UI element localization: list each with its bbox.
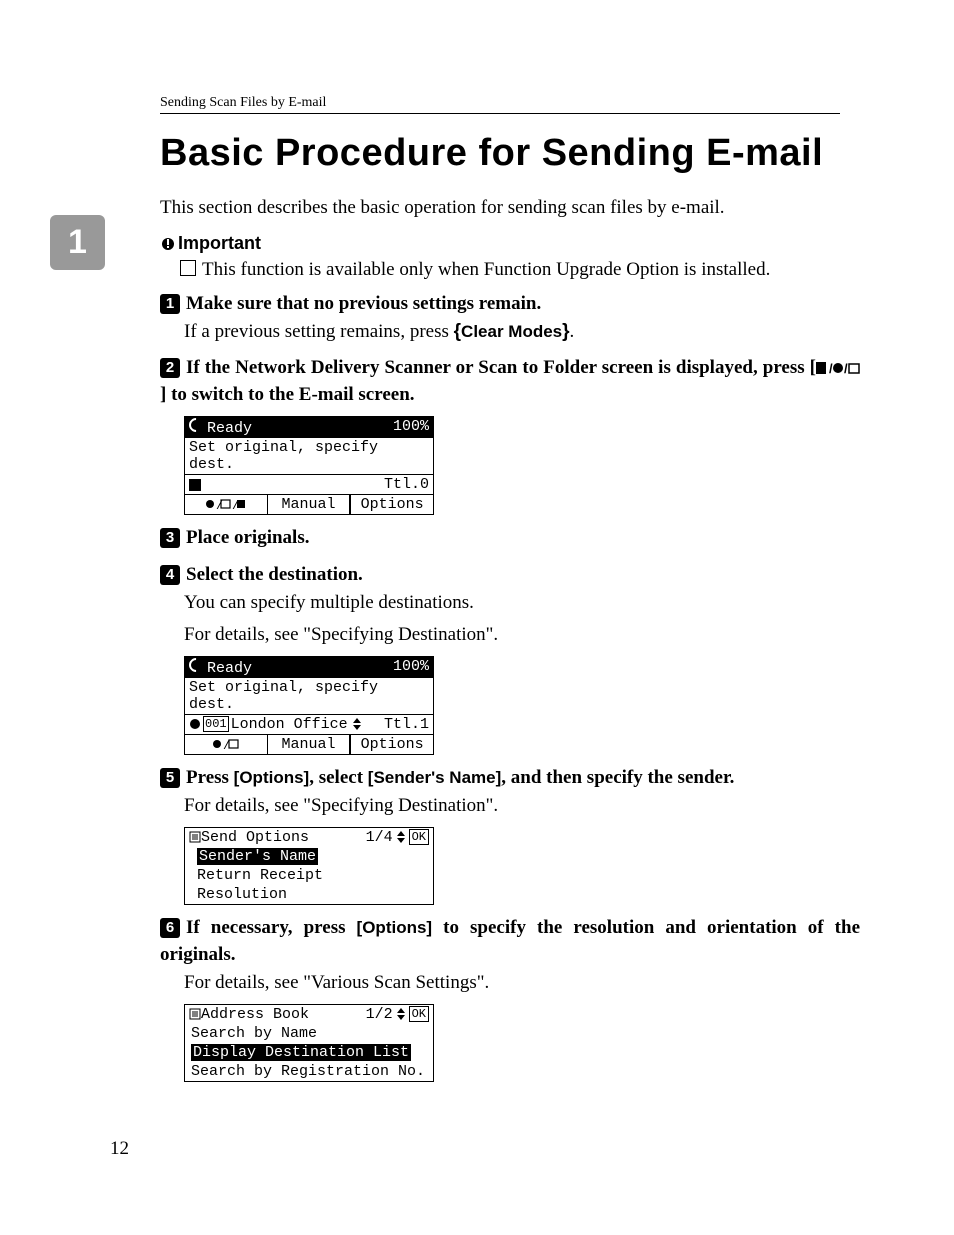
svg-text:/: / <box>829 361 833 375</box>
important-icon <box>160 236 176 255</box>
step-1-body-post: . <box>570 321 575 342</box>
lcd-pager: 1/4 <box>366 829 393 846</box>
chapter-tab: 1 <box>50 215 105 270</box>
step-5: 5 Press [Options], select [Sender's Name]… <box>160 765 860 792</box>
step-5-head-post: , and then specify the sender. <box>501 767 734 788</box>
step-4: 4 Select the destination. <box>160 562 860 589</box>
step-2-head-pre: If the Network Delivery Scanner or Scan … <box>186 357 816 378</box>
lcd-menu-title: Send Options <box>201 829 309 846</box>
lcd-manual-tab: Manual <box>268 735 351 754</box>
menu-item-search-by-name: Search by Name <box>185 1024 433 1043</box>
lcd-screen-send-options: Send Options 1/4 OK Sender's Name Return… <box>184 827 434 905</box>
step-6: 6If necessary, press [Options] to specif… <box>160 915 860 968</box>
menu-item-search-by-reg-no: Search by Registration No. <box>185 1062 433 1081</box>
lcd-screen-ready-empty: Ready 100% Set original, specify dest. T… <box>184 416 434 515</box>
ready-icon <box>186 655 206 675</box>
options-key: [Options] <box>357 918 433 937</box>
step-number-icon: 6 <box>160 918 180 938</box>
senders-name-key: [Sender's Name] <box>368 768 501 787</box>
step-3: 3 Place originals. <box>160 525 860 552</box>
important-callout: Important This function is available onl… <box>160 233 860 281</box>
mode-switch-icon: / / <box>816 357 860 378</box>
step-2: 2 If the Network Delivery Scanner or Scan… <box>160 355 860 408</box>
step-5-body: For details, see "Specifying Destination… <box>184 793 860 819</box>
lcd-dest-row: 001London Office Ttl.1 <box>185 714 433 734</box>
step-3-head: Place originals. <box>186 527 309 548</box>
lcd-pager: 1/2 <box>366 1006 393 1023</box>
lcd-status: Ready <box>207 420 252 437</box>
square-bullet-icon <box>180 260 196 276</box>
dest-email-icon <box>189 716 201 733</box>
list-icon <box>189 829 201 846</box>
step-number-icon: 4 <box>160 565 180 585</box>
step-1-head: Make sure that no previous settings rema… <box>186 293 541 314</box>
menu-item-label: Sender's Name <box>197 848 318 865</box>
clear-modes-key: Clear Modes <box>461 322 562 341</box>
running-header: Sending Scan Files by E-mail <box>160 95 840 114</box>
step-1: 1 Make sure that no previous settings rem… <box>160 291 860 318</box>
important-label: Important <box>178 233 261 253</box>
step-4-head: Select the destination. <box>186 564 363 585</box>
lcd-manual-tab: Manual <box>268 495 351 514</box>
lcd-total: Ttl.0 <box>384 476 429 493</box>
svg-text:/: / <box>844 361 848 375</box>
menu-item-return-receipt: Return Receipt <box>185 866 433 885</box>
dest-id-badge: 001 <box>203 716 229 732</box>
lcd-mode-tab: / / <box>185 495 268 514</box>
lcd-prompt: Set original, specify dest. <box>185 438 433 474</box>
ok-badge: OK <box>409 1006 429 1022</box>
step-number-icon: 5 <box>160 768 180 788</box>
step-5-head-pre: Press <box>186 767 234 788</box>
updown-icon <box>396 1006 406 1023</box>
ok-badge: OK <box>409 829 429 845</box>
step-6-body: For details, see "Various Scan Settings"… <box>184 970 860 996</box>
page-number: 12 <box>110 1138 129 1160</box>
page-title: Basic Procedure for Sending E-mail <box>160 132 860 175</box>
lcd-dest-row: Ttl.0 <box>185 474 433 494</box>
step-number-icon: 2 <box>160 358 180 378</box>
list-icon <box>189 1006 201 1023</box>
email-mode-icon <box>189 479 201 491</box>
lcd-total: Ttl.1 <box>384 716 429 733</box>
lcd-percent: 100% <box>393 418 429 437</box>
menu-item-resolution: Resolution <box>185 885 433 904</box>
step-1-body-pre: If a previous setting remains, press <box>184 321 454 342</box>
lcd-screen-ready-destination: Ready 100% Set original, specify dest. 0… <box>184 656 434 755</box>
menu-item-label: Display Destination List <box>191 1044 411 1061</box>
step-6-head-pre: If necessary, press <box>186 917 357 938</box>
updown-icon <box>352 716 362 733</box>
lcd-prompt: Set original, specify dest. <box>185 678 433 714</box>
step-number-icon: 3 <box>160 528 180 548</box>
step-4-body1: You can specify multiple destinations. <box>184 590 860 616</box>
intro-text: This section describes the basic operati… <box>160 197 860 219</box>
important-item-text: This function is available only when Fun… <box>202 259 770 280</box>
lcd-percent: 100% <box>393 658 429 677</box>
options-key: [Options] <box>234 768 310 787</box>
lcd-options-tab: Options <box>350 735 433 754</box>
menu-item-display-destination-list: Display Destination List <box>185 1043 433 1062</box>
dest-name: London Office <box>231 716 348 733</box>
lcd-options-tab: Options <box>350 495 433 514</box>
lcd-status: Ready <box>207 660 252 677</box>
important-item: This function is available only when Fun… <box>180 259 860 281</box>
updown-icon <box>396 829 406 846</box>
step-5-head-mid: , select <box>309 767 368 788</box>
step-2-head-post: ] to switch to the E-mail screen. <box>160 384 415 405</box>
step-4-body2: For details, see "Specifying Destination… <box>184 622 860 648</box>
menu-item-senders-name: Sender's Name <box>185 847 433 866</box>
lcd-screen-address-book: Address Book 1/2 OK Search by Name Displ… <box>184 1004 434 1082</box>
lcd-menu-title: Address Book <box>201 1006 309 1023</box>
lcd-mode-tab: / <box>185 735 268 754</box>
step-number-icon: 1 <box>160 294 180 314</box>
ready-icon <box>186 415 206 435</box>
step-1-body: If a previous setting remains, press {Cl… <box>184 319 860 345</box>
